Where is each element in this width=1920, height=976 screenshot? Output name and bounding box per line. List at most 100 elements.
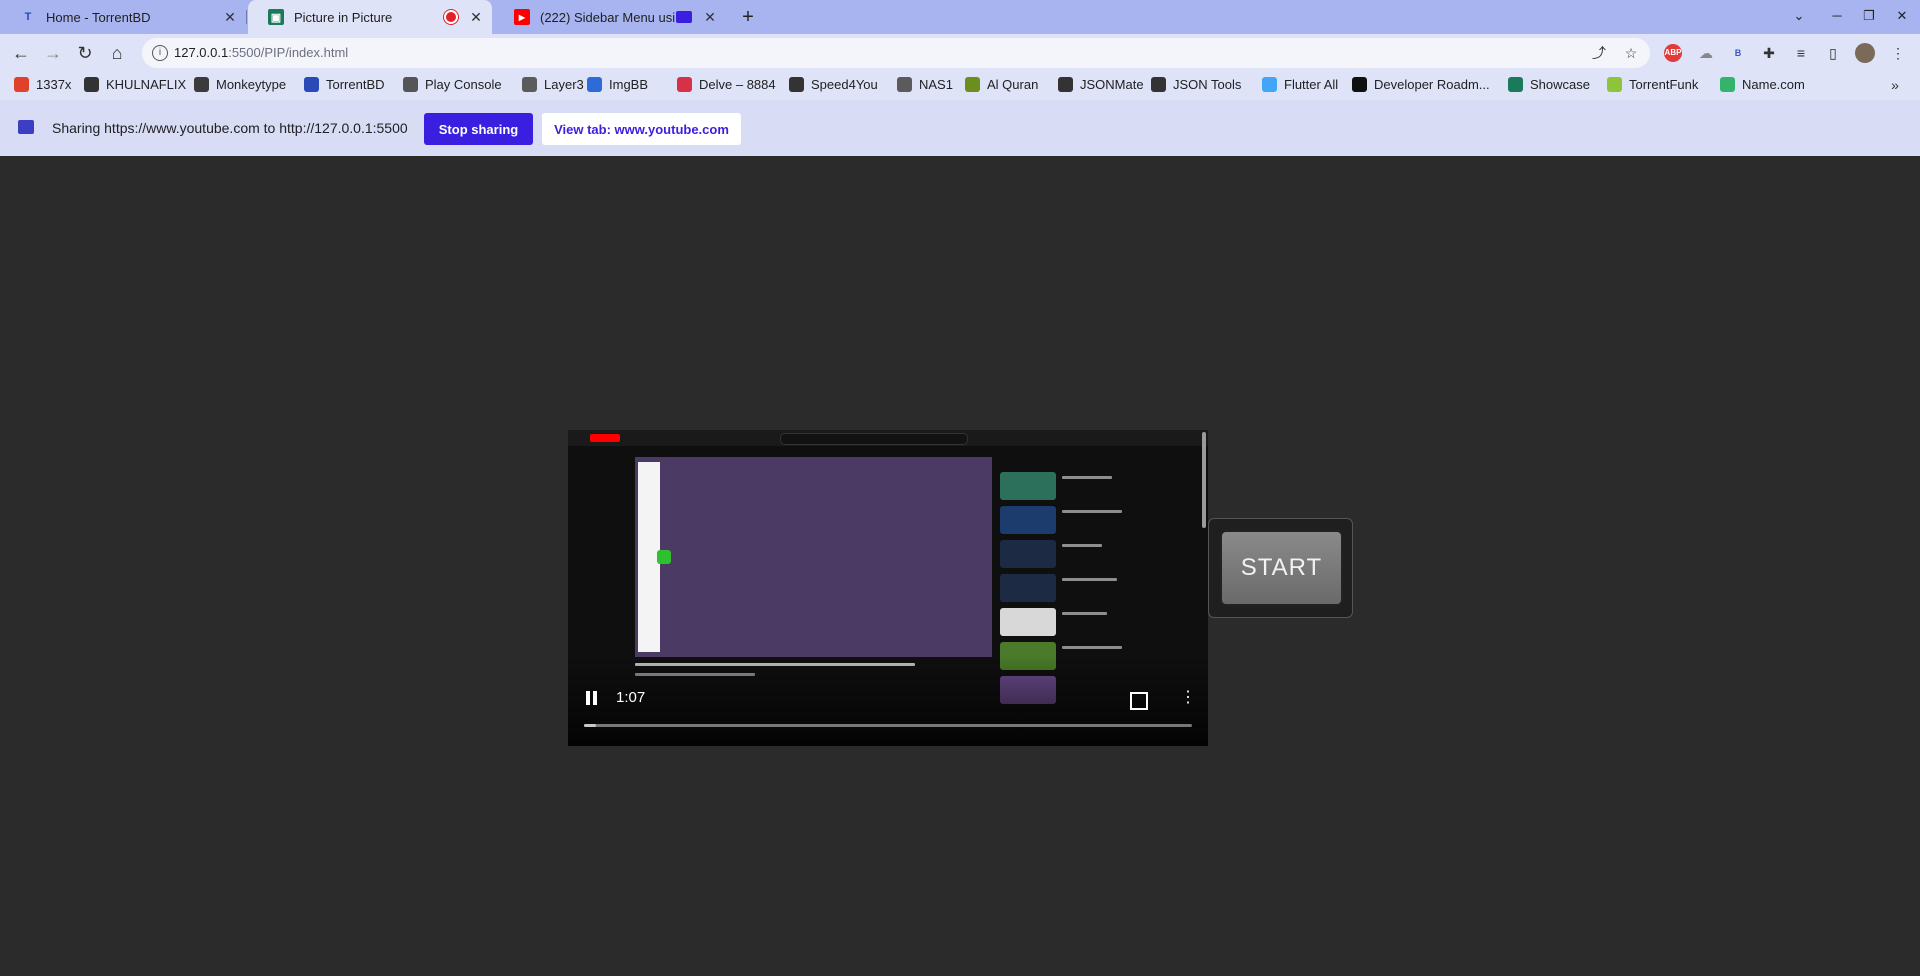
site-info-icon[interactable]: i	[152, 45, 168, 61]
new-tab-button[interactable]: +	[737, 6, 759, 28]
share-message: Sharing https://www.youtube.com to http:…	[52, 120, 408, 136]
torrentbd-icon: T	[24, 11, 32, 23]
bookmark-item[interactable]: Showcase	[1508, 77, 1590, 92]
close-window-button[interactable]: ✕	[1893, 8, 1911, 24]
bookmark-favicon-icon	[194, 77, 209, 92]
restore-button[interactable]: ❐	[1860, 8, 1878, 24]
bookmark-star-icon[interactable]: ☆	[1621, 43, 1641, 63]
url-text[interactable]: 127.0.0.1:5500/PIP/index.html	[174, 45, 348, 60]
bookmark-favicon-icon	[897, 77, 912, 92]
view-tab-button[interactable]: View tab: www.youtube.com	[542, 113, 741, 145]
youtube-icon: ▶	[514, 9, 530, 25]
progress-bar[interactable]	[584, 724, 1192, 727]
tab-title: Home - TorrentBD	[46, 9, 151, 25]
bookmark-item[interactable]: Developer Roadm...	[1352, 77, 1490, 92]
video-player[interactable]: 1:07 ⋮	[568, 430, 1208, 746]
bookmark-label: TorrentFunk	[1629, 77, 1699, 92]
url-host: 127.0.0.1	[174, 45, 229, 60]
bookmarks-bar: 1337x KHULNAFLIX Monkeytype TorrentBD Play C…	[0, 72, 1920, 100]
fullscreen-icon[interactable]	[1130, 692, 1148, 710]
bookmark-favicon-icon	[789, 77, 804, 92]
pause-button[interactable]	[586, 691, 600, 707]
bookmark-label: ImgBB	[609, 77, 649, 92]
bookmark-label: JSONMate	[1080, 77, 1144, 92]
minimize-button[interactable]: ─	[1828, 8, 1846, 23]
bookmark-label: JSON Tools	[1173, 77, 1242, 92]
bookmark-favicon-icon	[1262, 77, 1277, 92]
forward-icon[interactable]: →	[42, 42, 64, 64]
tab-strip: T Home - TorrentBD ✕ ▣ Picture in Pictur…	[0, 0, 1920, 34]
extension-cloud-icon[interactable]: ☁	[1696, 43, 1716, 63]
bookmark-favicon-icon	[1607, 77, 1622, 92]
bookmark-label: Play Console	[425, 77, 502, 92]
bookmark-label: 1337x	[36, 77, 72, 92]
bookmark-favicon-icon	[587, 77, 602, 92]
close-icon[interactable]: ✕	[702, 9, 718, 26]
reload-icon[interactable]: ↻	[74, 42, 96, 64]
bookmark-item[interactable]: TorrentBD	[304, 77, 385, 92]
screen-share-icon	[18, 120, 34, 134]
recording-icon	[444, 10, 458, 24]
bookmarks-overflow-icon[interactable]: »	[1885, 75, 1905, 95]
bookmark-favicon-icon	[522, 77, 537, 92]
bookmark-favicon-icon	[1508, 77, 1523, 92]
bookmark-label: Flutter All	[1284, 77, 1339, 92]
bookmark-item[interactable]: ImgBB	[587, 77, 648, 92]
bookmark-label: NAS1	[919, 77, 953, 92]
bookmark-item[interactable]: JSON Tools	[1151, 77, 1241, 92]
tab-title: (222) Sidebar Menu using	[540, 9, 676, 25]
share-icon[interactable]: ⤴	[1589, 43, 1609, 63]
profile-avatar[interactable]	[1855, 43, 1875, 63]
bookmark-label: Speed4You	[811, 77, 878, 92]
bookmark-item[interactable]: Al Quran	[965, 77, 1038, 92]
start-button[interactable]: START	[1220, 530, 1343, 606]
youtube-logo	[590, 434, 620, 442]
home-icon[interactable]: ⌂	[106, 42, 128, 64]
scrollbar[interactable]	[1202, 432, 1206, 528]
bookmark-label: KHULNAFLIX	[106, 77, 187, 92]
start-button-frame: START	[1208, 518, 1353, 618]
more-options-icon[interactable]: ⋮	[1180, 690, 1196, 706]
bookmark-item[interactable]: Monkeytype	[194, 77, 286, 92]
progress-fill	[584, 724, 597, 727]
tab-picture-in-picture[interactable]: ▣ Picture in Picture ✕	[248, 0, 492, 34]
bookmark-label: Monkeytype	[216, 77, 287, 92]
bookmark-favicon-icon	[1058, 77, 1073, 92]
tab-search-icon[interactable]: ⌄	[1790, 8, 1808, 24]
close-icon[interactable]: ✕	[468, 9, 484, 26]
bookmark-label: Showcase	[1530, 77, 1590, 92]
bookmark-favicon-icon	[304, 77, 319, 92]
side-panel-icon[interactable]: ▯	[1823, 43, 1843, 63]
page-content: 1:07 ⋮ START	[0, 156, 1920, 976]
extensions-puzzle-icon[interactable]: ✚	[1759, 43, 1779, 63]
bookmark-favicon-icon	[403, 77, 418, 92]
bookmark-item[interactable]: NAS1	[897, 77, 953, 92]
bookmark-item[interactable]: TorrentFunk	[1607, 77, 1698, 92]
bookmark-item[interactable]: 1337x	[14, 77, 71, 92]
media-controls-icon[interactable]: ≡	[1791, 43, 1811, 63]
tab-youtube[interactable]: ▶ (222) Sidebar Menu using ✕	[494, 0, 726, 34]
bookmark-item[interactable]: JSONMate	[1058, 77, 1144, 92]
stop-sharing-button[interactable]: Stop sharing	[424, 113, 533, 145]
bookmark-favicon-icon	[1720, 77, 1735, 92]
bookmark-item[interactable]: Play Console	[403, 77, 502, 92]
bookmark-item[interactable]: Flutter All	[1262, 77, 1338, 92]
bookmark-item[interactable]: Speed4You	[789, 77, 878, 92]
screen-share-icon	[676, 11, 692, 23]
bookmark-item[interactable]: Delve – 8884	[677, 77, 776, 92]
tab-torrentbd[interactable]: T Home - TorrentBD ✕	[0, 0, 246, 34]
extension-b-icon[interactable]: B	[1728, 43, 1748, 63]
bookmark-label: Developer Roadm...	[1374, 77, 1490, 92]
bookmark-label: Name.com	[1742, 77, 1805, 92]
back-icon[interactable]: ←	[10, 42, 32, 64]
bookmark-item[interactable]: KHULNAFLIX	[84, 77, 186, 92]
url-path: :5500/PIP/index.html	[228, 45, 349, 60]
bookmark-item[interactable]: Layer3	[522, 77, 584, 92]
adblock-icon[interactable]: ABP	[1664, 44, 1682, 62]
bookmark-item[interactable]: Name.com	[1720, 77, 1805, 92]
address-bar[interactable]: i 127.0.0.1:5500/PIP/index.html ⤴ ☆	[142, 38, 1650, 68]
close-icon[interactable]: ✕	[222, 9, 238, 26]
menu-kebab-icon[interactable]: ⋮	[1888, 43, 1908, 63]
bookmark-label: Delve – 8884	[699, 77, 776, 92]
bookmark-label: Layer3	[544, 77, 584, 92]
